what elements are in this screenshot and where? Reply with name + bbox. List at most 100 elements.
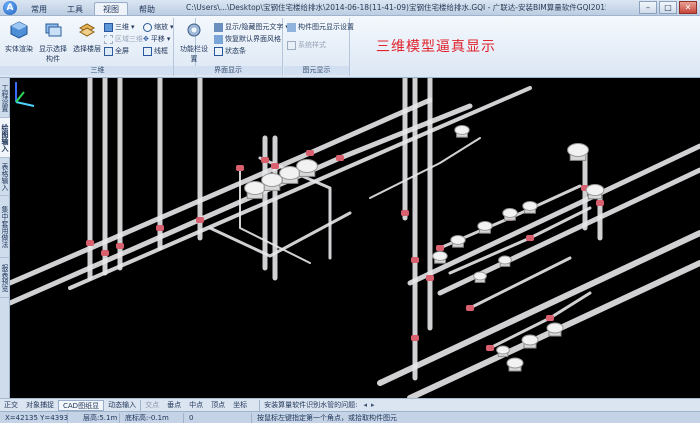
zoom-button[interactable]: 缩放 ▾	[143, 22, 174, 33]
ortho-toggle[interactable]: 正交	[0, 400, 22, 411]
snap-intersection[interactable]: 交点	[140, 399, 163, 411]
pipe-joint-15	[596, 200, 604, 206]
sanitary-fixture-16[interactable]	[506, 357, 524, 372]
zone-3d-button[interactable]: 区域三维	[104, 34, 143, 45]
snap-coordinate[interactable]: 坐标	[229, 400, 251, 411]
pipe-joint-0	[86, 240, 94, 246]
window-title: C:\Users\...\Desktop\宝钢住宅楼给排水\2014-06-18…	[186, 3, 606, 12]
tab-view[interactable]: 视图	[94, 2, 128, 15]
ribbon-group-3d: 实体渲染 显示选择构件 选择楼层 三维 ▾ 区域三维 全屏 缩放 ▾ ✥ 平移 ▾…	[0, 18, 196, 76]
cube-solid-icon	[10, 21, 28, 39]
move-arrows-icon: ✥	[143, 35, 149, 43]
display-selected-button[interactable]: 显示选择构件	[36, 20, 70, 64]
system-style-button[interactable]: 系统样式	[287, 40, 326, 51]
pipe-joint-1	[101, 250, 109, 256]
style-icon	[287, 41, 296, 50]
dynamic-input-toggle[interactable]: 动态输入	[104, 400, 140, 411]
close-button[interactable]: ✕	[679, 1, 697, 14]
tab-common[interactable]: 常用	[22, 2, 56, 15]
branch-pipe-7[interactable]	[369, 137, 481, 199]
ribbon: 实体渲染 显示选择构件 选择楼层 三维 ▾ 区域三维 全屏 缩放 ▾ ✥ 平移 ▾…	[0, 16, 700, 78]
select-floor-button[interactable]: 选择楼层	[72, 20, 102, 54]
notice-text[interactable]: 安装算量软件识别水管的问题:	[259, 399, 361, 411]
snap-perpendicular[interactable]: 垂点	[163, 400, 185, 411]
tab-tools[interactable]: 工具	[58, 2, 92, 15]
solid-render-button[interactable]: 实体渲染	[4, 20, 34, 54]
zone-icon	[104, 35, 113, 44]
object-snap-toggle[interactable]: 对象捕捉	[22, 400, 58, 411]
minimize-button[interactable]: –	[639, 1, 657, 14]
cad-display-toggle[interactable]: CAD图纸显	[58, 399, 105, 411]
group-label-3d: 三维	[0, 66, 195, 75]
sanitary-fixture-5[interactable]	[567, 143, 589, 161]
view-3d-button[interactable]: 三维 ▾	[104, 22, 135, 33]
maximize-button[interactable]: □	[659, 1, 677, 14]
sidebar-item-report-preview[interactable]: 报表预览	[0, 258, 10, 298]
sidebar-item-batch-apply[interactable]: 集中套用做法	[0, 196, 10, 258]
sanitary-fixture-15[interactable]	[546, 322, 564, 337]
text-icon	[214, 23, 223, 32]
snap-vertex[interactable]: 顶点	[207, 400, 229, 411]
main-pipe-6[interactable]	[407, 143, 700, 286]
group-label-ui: 界面显示	[174, 66, 282, 75]
branch-pipe-4[interactable]	[448, 206, 592, 275]
app-logo-icon[interactable]: A	[3, 1, 17, 15]
3d-viewport[interactable]	[10, 78, 700, 398]
sanitary-fixture-17[interactable]	[496, 345, 510, 357]
sanitary-fixture-6[interactable]	[585, 184, 605, 200]
ribbon-tabs: 常用 工具 视图 帮助	[22, 2, 164, 15]
axis-gizmo	[15, 82, 35, 107]
notice-next-button[interactable]: ▸	[369, 400, 377, 411]
sanitary-fixture-10[interactable]	[522, 201, 538, 214]
sanitary-fixture-1[interactable]	[261, 173, 283, 191]
sanitary-fixture-8[interactable]	[477, 221, 493, 234]
sidebar-item-drawing-input[interactable]: 绘图输入	[0, 118, 10, 158]
fullscreen-icon	[104, 47, 113, 56]
sidebar-item-table-input[interactable]: 表格输入	[0, 158, 10, 196]
floor-icon	[78, 23, 96, 37]
pipe-joint-10	[426, 275, 434, 281]
sanitary-fixture-14[interactable]	[521, 334, 539, 349]
base-elevation: 底标高:-0.1m	[120, 412, 184, 423]
main-pipe-1[interactable]	[10, 97, 433, 286]
sanitary-fixture-4[interactable]	[454, 125, 470, 138]
status-value: 0	[184, 412, 252, 423]
pipe-joint-8	[401, 210, 409, 216]
group-label-element: 图元显示	[284, 66, 349, 75]
pipe-joint-16	[486, 345, 494, 351]
status-bar: X=42135 Y=4393 层高:5.1m 底标高:-0.1m 0 按鼠标左键…	[0, 411, 700, 423]
func-settings-button[interactable]: 功能栏设置	[178, 20, 210, 64]
floor-height: 层高:5.1m	[78, 412, 120, 423]
sanitary-fixture-7[interactable]	[450, 235, 466, 248]
magnifier-icon	[143, 23, 152, 32]
notice-prev-button[interactable]: ◂	[361, 400, 369, 411]
status-bar-button[interactable]: 状态条	[214, 46, 246, 57]
pipe-joint-9	[411, 257, 419, 263]
gear-icon	[187, 23, 201, 37]
sanitary-fixture-11[interactable]	[432, 251, 448, 264]
statusbar-icon	[214, 47, 223, 56]
window-controls: – □ ✕	[639, 1, 697, 14]
pan-button[interactable]: ✥ 平移 ▾	[143, 34, 170, 45]
sanitary-fixture-13[interactable]	[498, 255, 512, 267]
feature-headline: 三维模型逼真显示	[376, 39, 496, 55]
tab-help[interactable]: 帮助	[130, 2, 164, 15]
wireframe-button[interactable]: 线框	[143, 46, 168, 57]
pipe-joint-6	[271, 163, 279, 169]
cube-icon	[104, 23, 113, 32]
snap-midpoint[interactable]: 中点	[185, 400, 207, 411]
show-hide-text-button[interactable]: 显示/隐藏图元文字 ▾	[214, 22, 289, 33]
sanitary-fixture-9[interactable]	[502, 208, 518, 221]
pipe-model-canvas	[10, 78, 700, 398]
pipe-joint-17	[546, 315, 554, 321]
element-display-settings-button[interactable]: 构件图元显示设置	[287, 22, 354, 33]
restore-default-button[interactable]: 恢复默认界面风格	[214, 34, 281, 45]
pipe-joint-4	[196, 217, 204, 223]
sanitary-fixture-0[interactable]	[244, 181, 266, 199]
pipe-joint-5	[261, 157, 269, 163]
sanitary-fixture-12[interactable]	[473, 271, 487, 283]
pipe-joint-13	[526, 235, 534, 241]
fullscreen-button[interactable]: 全屏	[104, 46, 129, 57]
sidebar-item-project-settings[interactable]: 工程设置	[0, 78, 10, 118]
sanitary-fixture-3[interactable]	[296, 159, 318, 177]
